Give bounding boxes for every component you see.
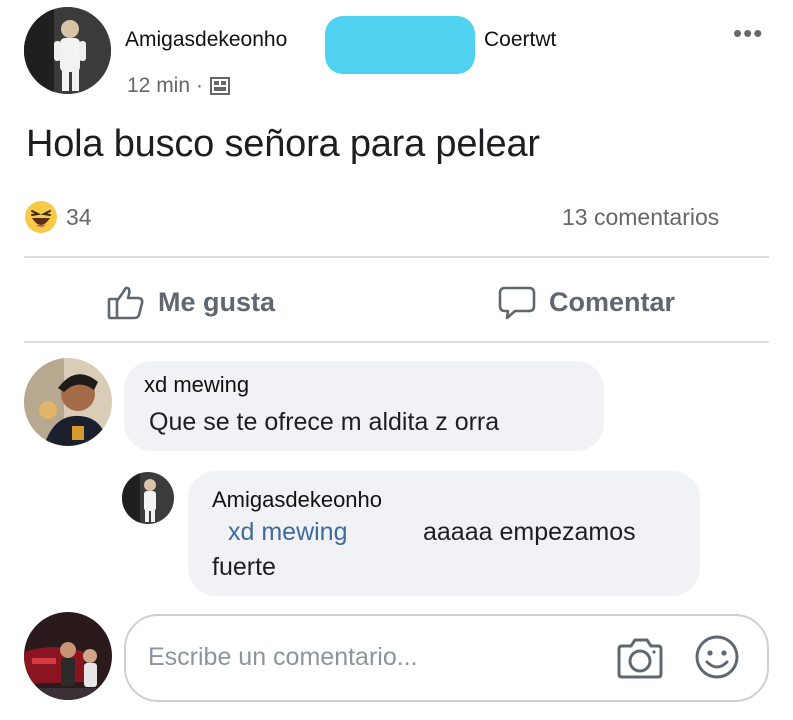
- group-icon: [209, 75, 231, 97]
- comment-composer[interactable]: Escribe un comentario...: [124, 614, 769, 702]
- post-meta: 12 min ·: [127, 74, 231, 98]
- current-user-avatar[interactable]: [24, 612, 112, 700]
- comment-text: Que se te ofrece m aldita z orra: [149, 408, 500, 436]
- author-avatar[interactable]: [24, 7, 111, 94]
- like-label: Me gusta: [158, 286, 276, 317]
- redacted-name-overlay: [325, 16, 475, 74]
- divider-bottom: [24, 341, 769, 343]
- author-avatar-image: [24, 7, 111, 94]
- composer-placeholder: Escribe un comentario...: [148, 643, 418, 671]
- meta-separator: ·: [196, 74, 204, 97]
- reply-author[interactable]: Amigasdekeonho: [212, 487, 382, 513]
- reaction-count[interactable]: 34: [66, 204, 92, 231]
- comment-bubble: xd mewing Que se te ofrece m aldita z or…: [124, 361, 604, 451]
- post-tagged-name[interactable]: Coertwt: [484, 28, 556, 52]
- haha-emoji-icon[interactable]: [24, 200, 58, 234]
- comment-author[interactable]: xd mewing: [144, 372, 249, 398]
- comment-label: Comentar: [549, 286, 676, 317]
- post-author-name[interactable]: Amigasdekeonho: [125, 28, 287, 52]
- comment-button[interactable]: Comentar: [497, 282, 675, 322]
- more-options-icon[interactable]: •••: [733, 20, 763, 46]
- camera-icon[interactable]: [616, 636, 664, 680]
- comment-count[interactable]: 13 comentarios: [562, 204, 719, 231]
- speech-bubble-icon: [497, 282, 537, 322]
- reply-bubble: Amigasdekeonho xd mewing aaaaa empezamos…: [188, 471, 700, 596]
- thumbs-up-icon: [106, 282, 146, 322]
- post-text: Hola busco señora para pelear: [26, 123, 540, 165]
- reply-mention[interactable]: xd mewing: [228, 518, 348, 547]
- commenter-avatar[interactable]: [24, 358, 112, 446]
- divider-top: [24, 256, 769, 258]
- reply-author-avatar[interactable]: [122, 472, 174, 524]
- reply-text-line2: fuerte: [212, 553, 276, 581]
- like-button[interactable]: Me gusta: [106, 282, 275, 322]
- smiley-icon[interactable]: [694, 634, 740, 680]
- reply-text-line1: aaaaa empezamos: [423, 518, 636, 546]
- post-timestamp[interactable]: 12 min: [127, 74, 190, 98]
